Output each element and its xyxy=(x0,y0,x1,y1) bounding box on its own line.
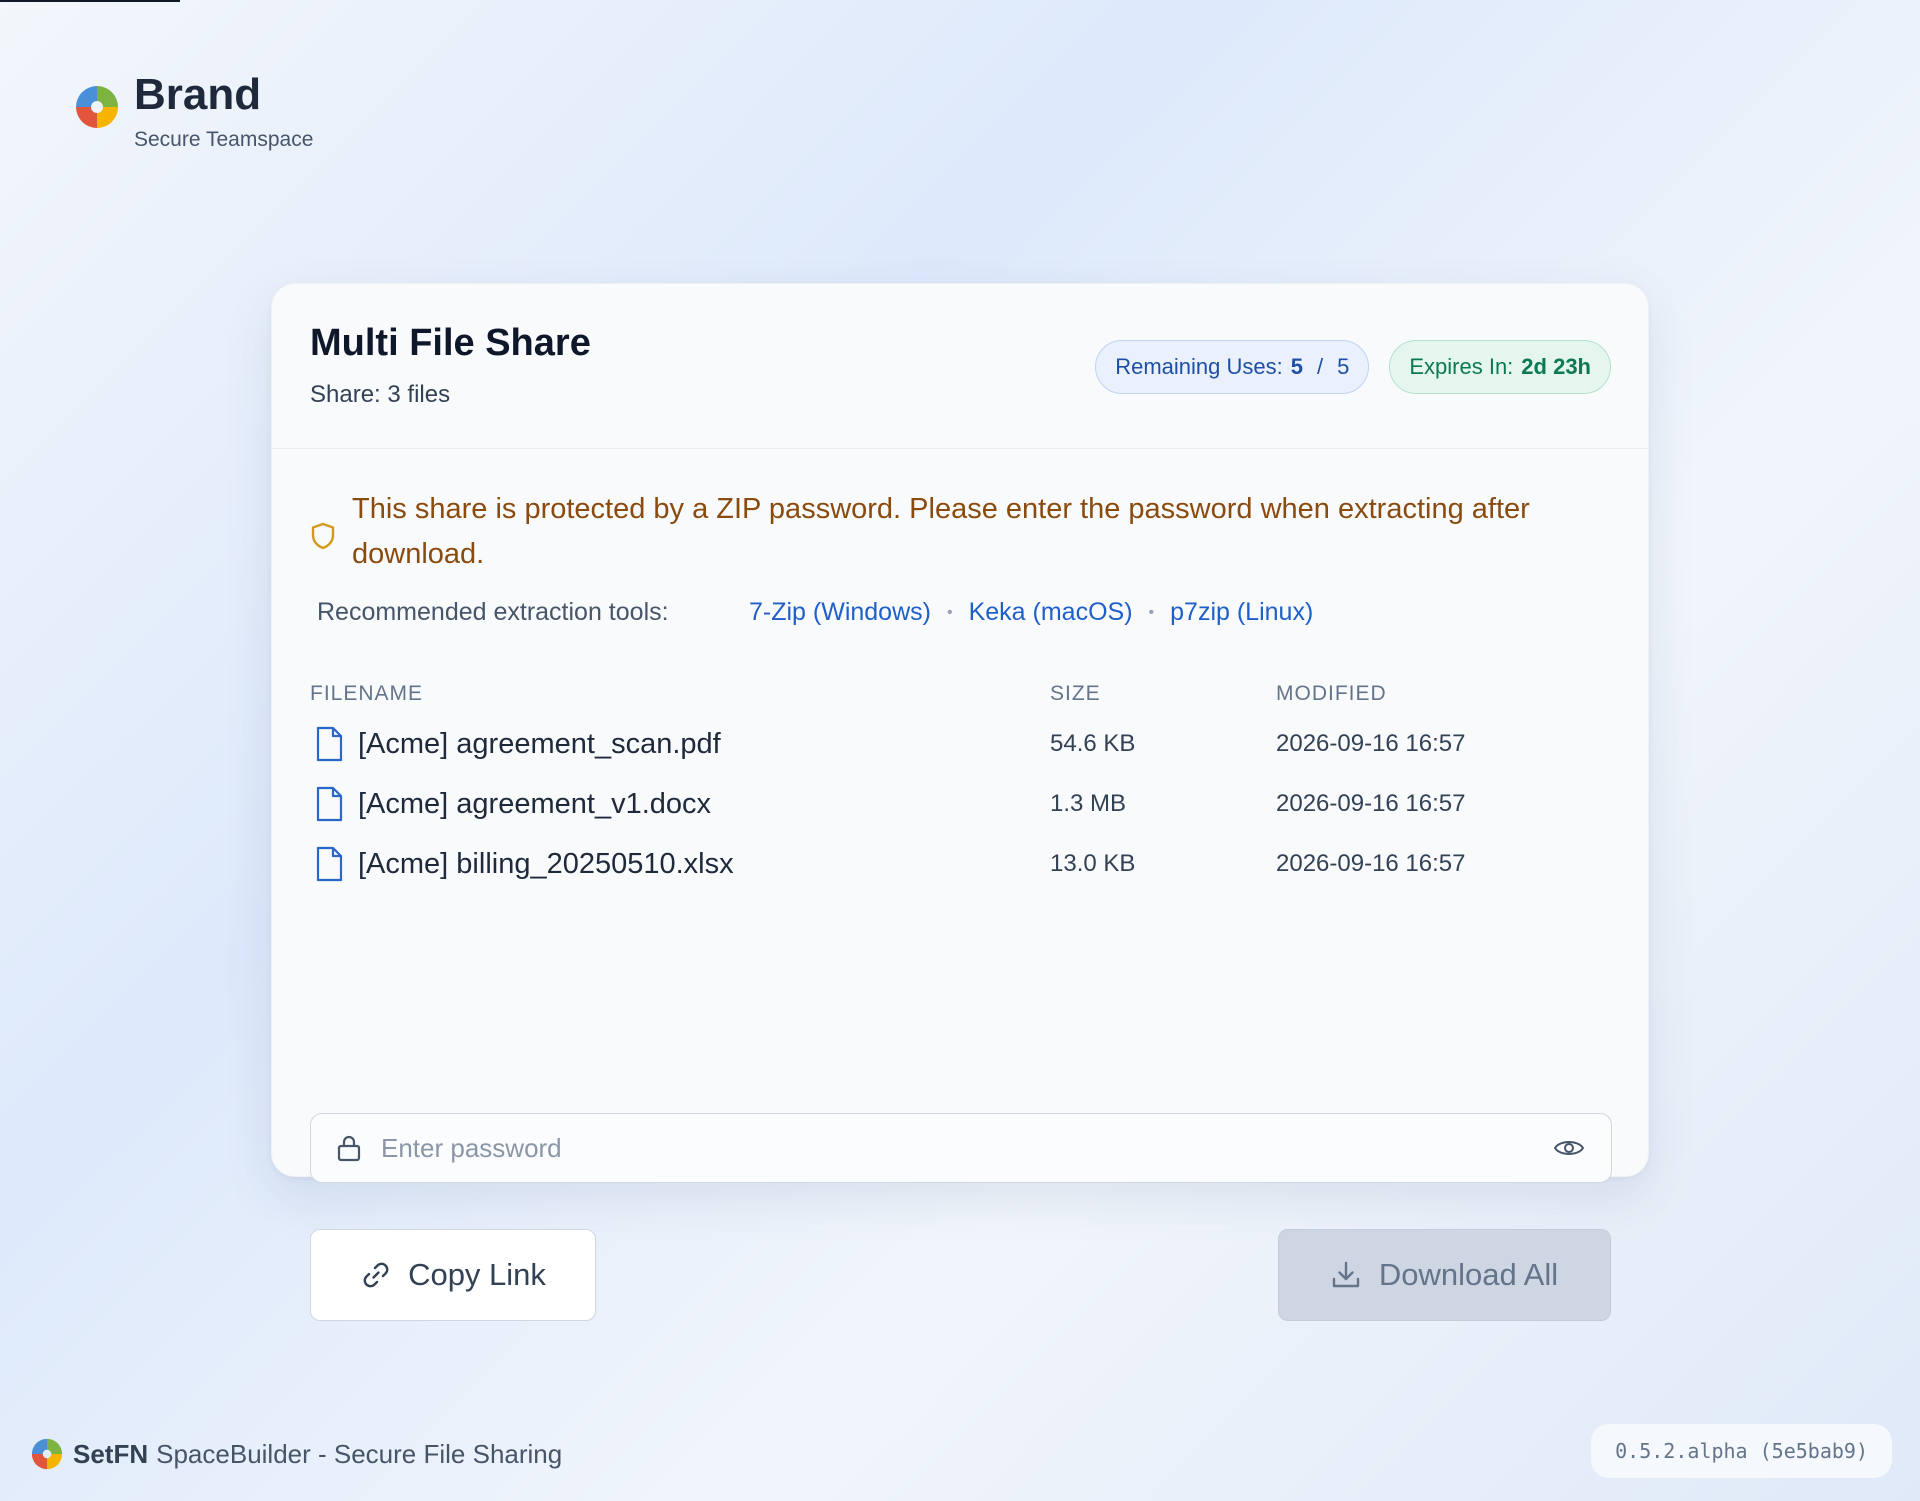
file-name-cell: [Acme] billing_20250510.xlsx xyxy=(310,846,1050,882)
file-size: 13.0 KB xyxy=(1050,850,1136,877)
copy-link-label: Copy Link xyxy=(408,1257,546,1292)
file-size: 54.6 KB xyxy=(1050,730,1136,757)
notice-text: This share is protected by a ZIP passwor… xyxy=(352,493,1530,570)
puzzle-logo-icon xyxy=(31,1438,63,1470)
brand-subtitle: Secure Teamspace xyxy=(134,128,314,151)
table-row: [Acme] billing_20250510.xlsx 13.0 KB 202… xyxy=(310,834,1612,894)
extraction-tools: Recommended extraction tools: 7-Zip (Win… xyxy=(317,598,1313,627)
expires-badge: Expires In: 2d 23h xyxy=(1389,340,1611,394)
header-modified: MODIFIED xyxy=(1276,682,1387,705)
remaining-uses-label: Remaining Uses: xyxy=(1115,354,1283,379)
file-modified: 2026-09-16 16:57 xyxy=(1276,790,1466,817)
table-row: [Acme] agreement_scan.pdf 54.6 KB 2026-0… xyxy=(310,714,1612,774)
eye-icon[interactable] xyxy=(1553,1137,1585,1159)
file-table-header: FILENAME SIZE MODIFIED xyxy=(310,674,1612,714)
header-size: SIZE xyxy=(1050,682,1101,705)
remaining-uses-separator: / xyxy=(1316,354,1324,379)
version-badge: 0.5.2.alpha (5e5bab9) xyxy=(1591,1424,1892,1478)
table-row: [Acme] agreement_v1.docx 1.3 MB 2026-09-… xyxy=(310,774,1612,834)
tool-link-7zip[interactable]: 7-Zip (Windows) xyxy=(749,598,931,627)
remaining-uses-count: 5 xyxy=(1290,354,1303,379)
brand-header: Brand Secure Teamspace xyxy=(72,68,313,152)
header-filename: FILENAME xyxy=(310,682,424,705)
file-size: 1.3 MB xyxy=(1050,790,1127,817)
expires-label: Expires In: xyxy=(1409,354,1514,379)
file-name: [Acme] billing_20250510.xlsx xyxy=(358,847,734,880)
expires-value: 2d 23h xyxy=(1521,354,1591,379)
tools-separator: • xyxy=(946,603,953,621)
tool-link-keka[interactable]: Keka (macOS) xyxy=(969,598,1133,627)
shield-icon xyxy=(311,522,335,550)
file-icon xyxy=(316,726,343,762)
remaining-uses-badge: Remaining Uses: 5 / 5 xyxy=(1095,340,1370,394)
download-all-label: Download All xyxy=(1378,1257,1559,1292)
link-icon xyxy=(363,1262,389,1288)
copy-link-button[interactable]: Copy Link xyxy=(310,1229,596,1321)
file-icon xyxy=(316,846,343,882)
status-badges: Remaining Uses: 5 / 5 Expires In: 2d 23h xyxy=(1095,340,1611,394)
password-input[interactable] xyxy=(381,1132,1553,1164)
file-name: [Acme] agreement_scan.pdf xyxy=(358,727,721,760)
footer-brand: SetFN xyxy=(73,1438,149,1469)
file-modified: 2026-09-16 16:57 xyxy=(1276,850,1466,877)
puzzle-logo-icon xyxy=(76,86,118,128)
download-all-button[interactable]: Download All xyxy=(1278,1229,1611,1321)
password-field xyxy=(310,1113,1612,1183)
card-header: Multi File Share Share: 3 files Remainin… xyxy=(272,284,1648,449)
lock-icon xyxy=(337,1135,361,1162)
card-body: This share is protected by a ZIP passwor… xyxy=(272,449,1648,1321)
footer-text: SpaceBuilder - Secure File Sharing xyxy=(156,1438,563,1469)
remaining-uses-total: 5 xyxy=(1337,354,1350,379)
file-icon xyxy=(316,786,343,822)
tools-label: Recommended extraction tools: xyxy=(317,598,669,626)
file-name-cell: [Acme] agreement_scan.pdf xyxy=(310,726,1050,762)
footer: SetFN SpaceBuilder - Secure File Sharing xyxy=(29,1436,562,1472)
file-modified: 2026-09-16 16:57 xyxy=(1276,730,1466,757)
file-name-cell: [Acme] agreement_v1.docx xyxy=(310,786,1050,822)
tool-link-p7zip[interactable]: p7zip (Linux) xyxy=(1170,598,1313,627)
file-name: [Acme] agreement_v1.docx xyxy=(358,787,712,820)
password-notice: This share is protected by a ZIP passwor… xyxy=(310,487,1600,577)
file-table: FILENAME SIZE MODIFIED [Acme] agreement_… xyxy=(310,674,1612,894)
tools-separator: • xyxy=(1148,603,1155,621)
window-top-strip xyxy=(0,0,180,2)
share-card: Multi File Share Share: 3 files Remainin… xyxy=(271,283,1649,1321)
brand-name: Brand xyxy=(134,70,262,119)
download-icon xyxy=(1332,1261,1360,1288)
